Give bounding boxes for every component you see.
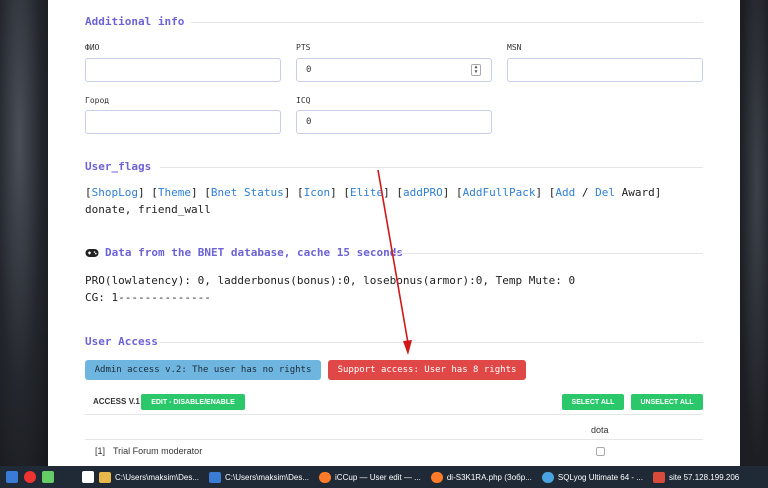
column-header-dota: dota [591, 425, 609, 435]
firefox-icon [430, 471, 443, 483]
taskbar-label: site 57.128.199.206 [668, 472, 740, 482]
user-flags-links: [ShopLog] [Theme] [Bnet Status] [Icon] [… [85, 186, 662, 199]
award-word: Award [621, 186, 655, 199]
windows-taskbar: C:\Users\maksim\Des... C:\Users\maksim\D… [0, 466, 768, 488]
user-access-title: User Access [85, 335, 158, 348]
pts-input[interactable]: 0 ▲ ▼ [296, 58, 492, 82]
row-checkbox-dota[interactable] [596, 447, 605, 456]
icon-link[interactable]: Icon [304, 186, 331, 199]
support-access-button[interactable]: Support access: User has 8 rights [328, 360, 526, 380]
taskbar-item-explorer-2[interactable]: C:\Users\maksim\Des... [204, 466, 314, 488]
additional-info-title: Additional info [85, 15, 185, 28]
app-icon[interactable] [42, 471, 54, 483]
background-right [740, 0, 768, 466]
document-icon[interactable] [82, 471, 94, 483]
taskbar-label: SQLyog Ultimate 64 - ... [557, 472, 643, 482]
section-divider [160, 167, 703, 168]
section-divider [160, 342, 703, 343]
bnet-title-text: Data from the BNET database, cache 15 se… [105, 246, 404, 259]
sqlyog-icon [541, 471, 554, 483]
taskbar-item-sqlyog[interactable]: SQLyog Ultimate 64 - ... [537, 466, 648, 488]
bnet-line-1: PRO(lowlatency): 0, ladderbonus(bonus):0… [85, 274, 576, 287]
addpro-link[interactable]: addPRO [403, 186, 443, 199]
background-left [0, 0, 48, 466]
taskbar-label: C:\Users\maksim\Des... [225, 472, 310, 482]
add-award-link[interactable]: Add [555, 186, 575, 199]
start-icon[interactable] [6, 471, 18, 483]
admin-access-button[interactable]: Admin access v.2: The user has no rights [85, 360, 321, 380]
taskbar-item-explorer-1[interactable]: C:\Users\maksim\Des... [94, 466, 204, 488]
city-input[interactable] [85, 110, 281, 134]
user-flags-values: donate, friend_wall [85, 203, 211, 216]
user-flags-title: User_flags [85, 160, 152, 173]
icq-label: ICQ [296, 96, 311, 105]
section-divider [191, 22, 703, 23]
user-edit-panel: Additional info ФИО PTS MSN 0 ▲ ▼ Город I… [48, 0, 740, 466]
taskbar-item-putty[interactable]: site 57.128.199.206 [648, 466, 744, 488]
select-all-button[interactable]: SELECT ALL [562, 394, 624, 410]
row-name: Trial Forum moderator [113, 446, 203, 456]
award-separator: / [581, 186, 589, 199]
elite-link[interactable]: Elite [350, 186, 383, 199]
shoplog-link[interactable]: ShopLog [92, 186, 138, 199]
gamepad-icon [85, 248, 99, 257]
firefox-icon [319, 471, 332, 483]
taskbar-item-firefox-1[interactable]: iCCup — User edit — ... [314, 466, 426, 488]
fio-label: ФИО [85, 43, 100, 52]
opera-icon[interactable] [24, 471, 36, 483]
bnet-title: Data from the BNET database, cache 15 se… [85, 246, 403, 259]
number-spinner-icon[interactable]: ▲ ▼ [471, 64, 481, 76]
taskbar-label: iCCup — User edit — ... [335, 472, 421, 482]
section-divider [394, 253, 703, 254]
addfullpack-link[interactable]: AddFullPack [463, 186, 536, 199]
msn-input[interactable] [507, 58, 703, 82]
del-award-link[interactable]: Del [595, 186, 615, 199]
taskbar-item-firefox-2[interactable]: di-S3K1RA.php (Зобр... [426, 466, 537, 488]
putty-icon [652, 471, 665, 483]
pts-label: PTS [296, 43, 311, 52]
folder-icon [209, 471, 222, 483]
pts-value: 0 [306, 65, 312, 75]
city-label: Город [85, 96, 110, 105]
msn-label: MSN [507, 43, 522, 52]
access-v1-label: ACCESS V.1 [93, 397, 140, 406]
bnet-status-link[interactable]: Bnet Status [211, 186, 284, 199]
theme-link[interactable]: Theme [158, 186, 191, 199]
table-divider [85, 439, 703, 440]
edit-toggle-button[interactable]: EDIT - DISABLE/ENABLE [141, 394, 245, 410]
taskbar-label: C:\Users\maksim\Des... [115, 472, 200, 482]
bnet-line-2: CG: 1-------------- [85, 291, 211, 304]
row-id: [1] [95, 446, 106, 456]
taskbar-label: di-S3K1RA.php (Зобр... [446, 472, 532, 482]
fio-input[interactable] [85, 58, 281, 82]
folder-icon [99, 471, 111, 483]
unselect-all-button[interactable]: UNSELECT ALL [631, 394, 703, 410]
icq-input[interactable]: 0 [296, 110, 492, 134]
table-divider [85, 414, 703, 415]
